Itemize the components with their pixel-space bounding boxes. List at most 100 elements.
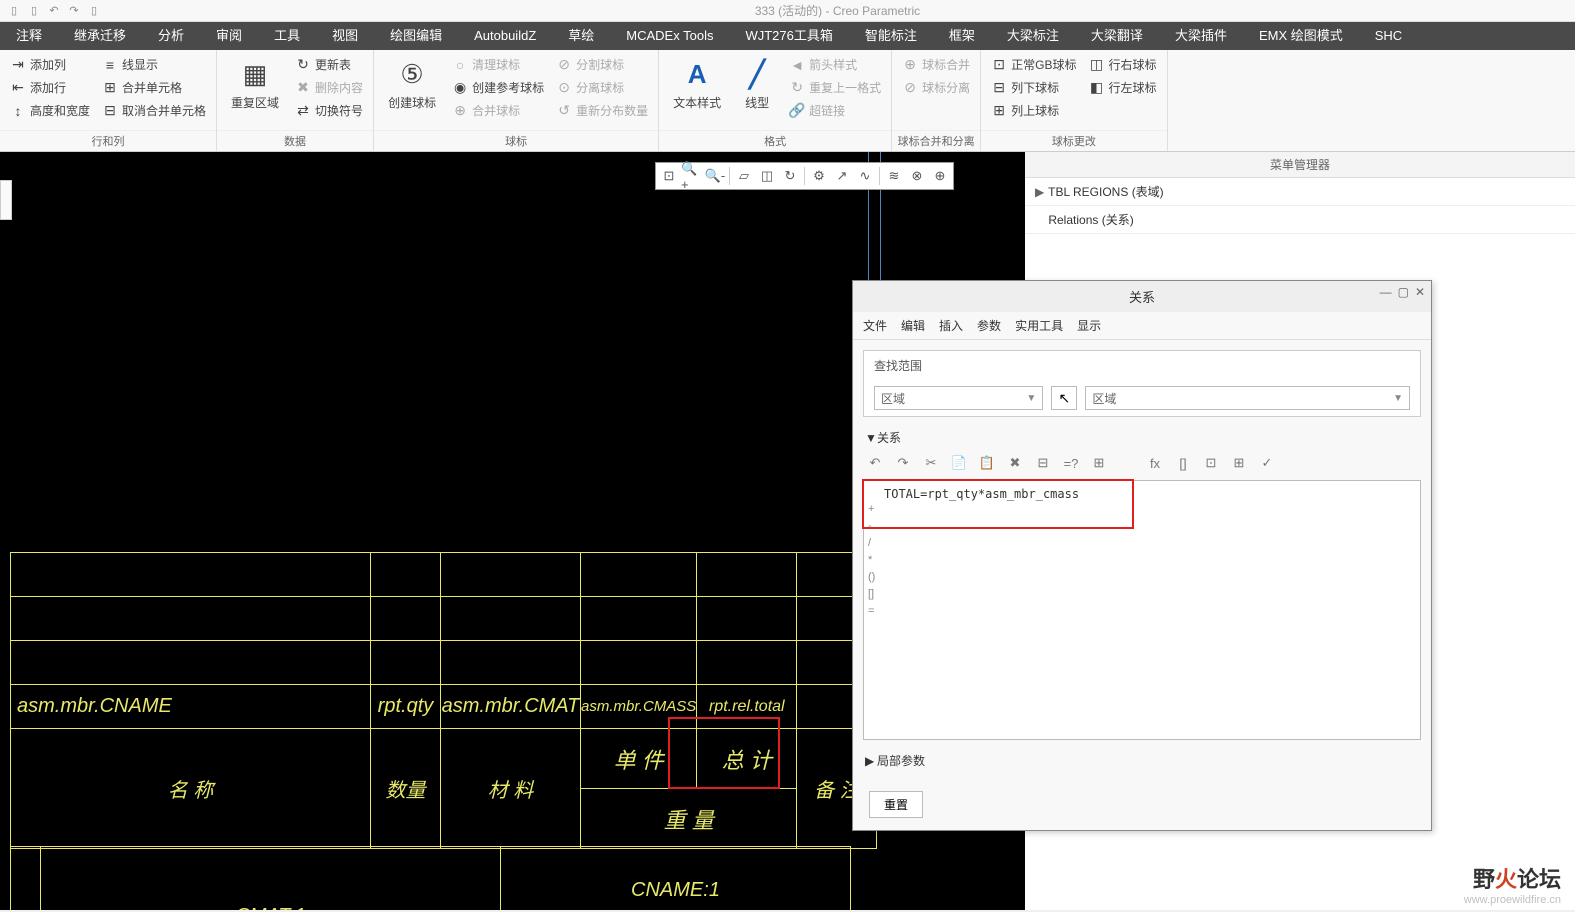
pick-button[interactable]: ↖	[1051, 386, 1077, 410]
view-toolbar-button[interactable]: ⚙	[808, 165, 830, 187]
ribbon-button[interactable]: ≡线显示	[98, 54, 210, 75]
ribbon-tab[interactable]: 绘图编辑	[374, 22, 458, 50]
drawing-title-block[interactable]: CMAT:1 CNAME:1 CNAME:1	[10, 846, 851, 910]
ribbon-tab[interactable]: WJT276工具箱	[729, 22, 848, 50]
ribbon-button[interactable]: ◉创建参考球标	[448, 77, 548, 98]
ribbon-button[interactable]: ◫行右球标	[1085, 54, 1161, 75]
ribbon-button[interactable]: ⇥添加列	[6, 54, 94, 75]
ribbon-tab[interactable]: 继承迁移	[58, 22, 142, 50]
scope-select-1[interactable]: 区域▼	[874, 386, 1043, 410]
ribbon-tab[interactable]: MCADEx Tools	[610, 22, 729, 50]
dialog-menu-item[interactable]: 文件	[863, 317, 887, 334]
relations-toolbar-button[interactable]: =?	[1059, 452, 1083, 474]
editor-gutter: +-/*()[]=	[868, 501, 875, 620]
param-cell[interactable]: rpt.rel.total	[697, 685, 797, 729]
ribbon-button: ↺重新分布数量	[552, 100, 652, 121]
ribbon-button[interactable]: ↻更新表	[291, 54, 367, 75]
dialog-title: 关系 — ▢ ✕	[853, 281, 1431, 312]
ribbon-tab[interactable]: 注释	[0, 22, 58, 50]
ribbon-tab[interactable]: AutobuildZ	[458, 22, 552, 50]
view-toolbar-button[interactable]: ↗	[831, 165, 853, 187]
relations-toolbar-button[interactable]: ⊞	[1087, 452, 1111, 474]
ribbon-big-button[interactable]: ⑤创建球标	[380, 54, 444, 115]
drawing-repeat-region-table[interactable]: asm.mbr.CNAME rpt.qty asm.mbr.CMAT asm.m…	[10, 552, 877, 849]
ribbon-big-button[interactable]: ▦重复区域	[223, 54, 287, 115]
param-cell[interactable]: asm.mbr.CMAT	[441, 685, 581, 729]
relations-toolbar-button[interactable]: ↶	[863, 452, 887, 474]
relations-toolbar-button[interactable]: ⊟	[1031, 452, 1055, 474]
view-toolbar-button[interactable]: 🔍-	[704, 165, 726, 187]
menu-manager-item[interactable]: Relations (关系)	[1025, 206, 1575, 234]
relations-text[interactable]: TOTAL=rpt_qty*asm_mbr_cmass	[884, 487, 1079, 501]
ribbon-tab[interactable]: 框架	[933, 22, 991, 50]
ribbon-big-button[interactable]: A文本样式	[665, 54, 729, 115]
ribbon-tab[interactable]: 智能标注	[849, 22, 933, 50]
view-toolbar-button[interactable]: 🔍+	[681, 165, 703, 187]
qat-icon[interactable]: ▯	[85, 2, 103, 20]
ribbon-button[interactable]: ◧行左球标	[1085, 77, 1161, 98]
ribbon-button[interactable]: ⊞合并单元格	[98, 77, 210, 98]
ribbon-tab[interactable]: 工具	[258, 22, 316, 50]
ribbon-button[interactable]: ⊟列下球标	[987, 77, 1080, 98]
param-cell[interactable]: asm.mbr.CNAME	[11, 685, 371, 729]
ribbon-tab[interactable]: 大梁翻译	[1075, 22, 1159, 50]
ribbon-tab[interactable]: 草绘	[552, 22, 610, 50]
qat-icon[interactable]: ▯	[5, 2, 23, 20]
qat-icon[interactable]: ↷	[65, 2, 83, 20]
ribbon-tab[interactable]: 大梁插件	[1159, 22, 1243, 50]
dialog-menu-item[interactable]: 插入	[939, 317, 963, 334]
relations-toolbar-button[interactable]: ✖	[1003, 452, 1027, 474]
view-toolbar-button[interactable]: ◫	[756, 165, 778, 187]
ribbon-button[interactable]: ⇤添加行	[6, 77, 94, 98]
view-toolbar-button[interactable]: ⊡	[658, 165, 680, 187]
ribbon-button[interactable]: ⇄切换符号	[291, 100, 367, 121]
relations-toolbar-button[interactable]: ⊡	[1199, 452, 1223, 474]
relations-toolbar-button[interactable]: 📄	[947, 452, 971, 474]
relations-toolbar-button[interactable]	[1115, 452, 1139, 474]
ribbon-tab[interactable]: 审阅	[200, 22, 258, 50]
view-toolbar-button[interactable]: ∿	[854, 165, 876, 187]
header-total: 总 计	[697, 729, 797, 789]
relations-toolbar-button[interactable]: 📋	[975, 452, 999, 474]
ribbon-tab[interactable]: 分析	[142, 22, 200, 50]
ribbon-button[interactable]: ⊡正常GB球标	[987, 54, 1080, 75]
view-toolbar-button[interactable]: ⊗	[906, 165, 928, 187]
minimize-icon[interactable]: —	[1380, 285, 1392, 299]
param-cell[interactable]: asm.mbr.CMASS	[581, 685, 697, 729]
qat-icon[interactable]: ▯	[25, 2, 43, 20]
menu-manager-item[interactable]: ▶ TBL REGIONS (表域)	[1025, 178, 1575, 206]
ribbon-tab[interactable]: 大梁标注	[991, 22, 1075, 50]
view-toolbar-button[interactable]: ▱	[733, 165, 755, 187]
view-toolbar-button[interactable]: ⊕	[929, 165, 951, 187]
local-params-section-header[interactable]: ▶局部参数	[863, 748, 1421, 773]
param-cell[interactable]: rpt.qty	[371, 685, 441, 729]
view-toolbar-button[interactable]: ↻	[779, 165, 801, 187]
dialog-menu-item[interactable]: 实用工具	[1015, 317, 1063, 334]
qat-icon[interactable]: ↶	[45, 2, 63, 20]
collapsed-browser-tab[interactable]	[0, 180, 12, 220]
relations-toolbar-button[interactable]: ✂	[919, 452, 943, 474]
reset-button[interactable]: 重置	[869, 791, 923, 818]
relations-toolbar-button[interactable]: fx	[1143, 452, 1167, 474]
relations-toolbar-button[interactable]: ⊞	[1227, 452, 1251, 474]
dialog-menu-item[interactable]: 编辑	[901, 317, 925, 334]
view-toolbar-button[interactable]: ≋	[883, 165, 905, 187]
ribbon-button[interactable]: ↕高度和宽度	[6, 100, 94, 121]
relations-toolbar-button[interactable]: ✓	[1255, 452, 1279, 474]
relations-section-header[interactable]: ▼关系	[863, 425, 1421, 450]
scope-select-2[interactable]: 区域▼	[1085, 386, 1410, 410]
ribbon-button[interactable]: ⊞列上球标	[987, 100, 1080, 121]
ribbon-big-button[interactable]: ╱线型	[733, 54, 781, 115]
relations-editor[interactable]: +-/*()[]= TOTAL=rpt_qty*asm_mbr_cmass	[863, 480, 1421, 740]
ribbon-tab[interactable]: SHC	[1359, 22, 1418, 50]
dialog-menu-item[interactable]: 参数	[977, 317, 1001, 334]
ribbon-button[interactable]: ⊟取消合并单元格	[98, 100, 210, 121]
ribbon-tab[interactable]: EMX 绘图模式	[1243, 22, 1359, 50]
header-weight: 重 量	[581, 789, 797, 849]
close-icon[interactable]: ✕	[1415, 285, 1425, 299]
relations-toolbar-button[interactable]: ↷	[891, 452, 915, 474]
ribbon-tab[interactable]: 视图	[316, 22, 374, 50]
maximize-icon[interactable]: ▢	[1398, 285, 1409, 299]
relations-toolbar-button[interactable]: []	[1171, 452, 1195, 474]
dialog-menu-item[interactable]: 显示	[1077, 317, 1101, 334]
